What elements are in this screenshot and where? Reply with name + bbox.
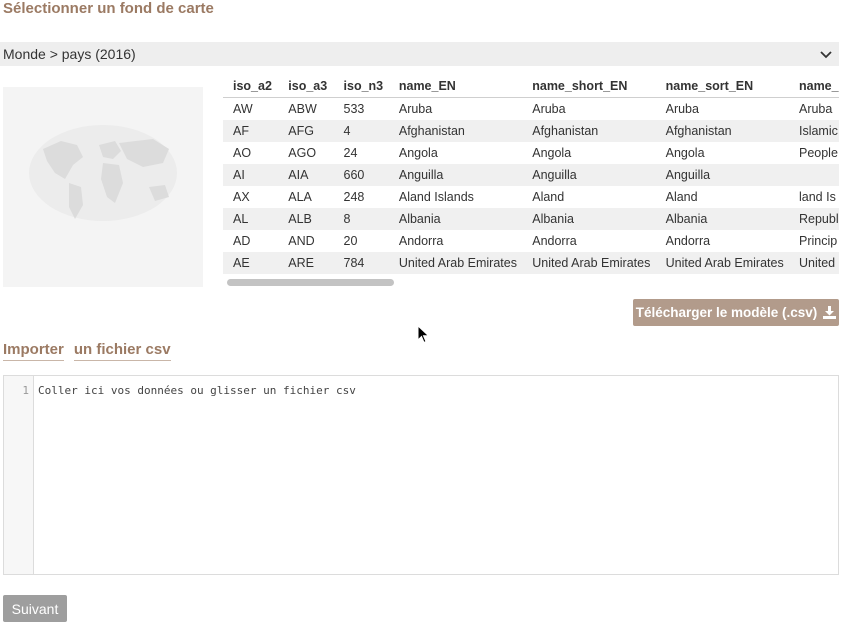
table-cell: United <box>788 252 839 274</box>
table-cell: Aruba <box>798 102 833 116</box>
table-row: AF AFG 4 Afghanistan Afghanistan Afghani… <box>223 120 839 142</box>
table-cell: AX <box>233 190 250 204</box>
column-header: name_ <box>788 74 839 98</box>
table-cell: AGO <box>288 146 317 160</box>
table-cell: AW <box>233 102 253 116</box>
table-cell: Aland <box>532 190 565 204</box>
csv-data-editor[interactable]: 1 Coller ici vos données ou glisser un f… <box>3 375 839 575</box>
editor-placeholder: Coller ici vos données ou glisser un fic… <box>38 384 356 397</box>
table-cell: Angola <box>665 146 705 160</box>
column-header: iso_a3 <box>278 74 334 98</box>
table-cell: Aruba <box>532 102 566 116</box>
table-cell: Anguilla <box>655 164 789 186</box>
download-icon <box>823 306 837 319</box>
table-cell: Aruba <box>665 102 699 116</box>
table-cell: AL <box>223 208 279 230</box>
table-row: AD AND 20 Andorra Andorra Andorra Princi… <box>223 230 839 252</box>
table-cell: land Is <box>798 190 836 204</box>
table-cell: Aland Islands <box>398 190 474 204</box>
table-cell: ABW <box>288 102 317 116</box>
download-template-button[interactable]: Télécharger le modèle (.csv) <box>633 299 839 326</box>
table-cell <box>788 164 839 186</box>
table-header-row: iso_a2 iso_a3 iso_n3 name_EN name_short_… <box>223 74 839 98</box>
table-cell: ALA <box>288 190 312 204</box>
table-cell: Anguilla <box>522 164 656 186</box>
chevron-down-icon <box>820 51 832 59</box>
tab-csv-file[interactable]: un fichier csv <box>73 341 171 361</box>
table-row: AO AGO 24 Angola Angola Angola People <box>223 142 839 164</box>
table-cell: Afghanistan <box>655 120 789 142</box>
table-cell: AD <box>233 234 251 248</box>
column-header: iso_a2 <box>223 74 279 98</box>
table-cell: AE <box>223 252 279 274</box>
table-cell: AND <box>288 234 315 248</box>
table-cell: 784 <box>333 252 389 274</box>
column-header: name_EN <box>388 74 523 98</box>
table-cell: Angola <box>398 146 438 160</box>
table-cell: Andorra <box>398 234 444 248</box>
table-cell: United Arab Emirates <box>655 252 789 274</box>
import-source-tabs: Importer un fichier csv <box>3 341 171 361</box>
table-cell: Albania <box>522 208 656 230</box>
table-cell: AIA <box>278 164 334 186</box>
table-cell: 24 <box>343 146 358 160</box>
column-header: name_sort_EN <box>655 74 789 98</box>
table-row: AE ARE 784 United Arab Emirates United A… <box>223 252 839 274</box>
table-cell: Aruba <box>398 102 433 116</box>
table-row: AL ALB 8 Albania Albania Albania Republ <box>223 208 839 230</box>
table-cell: 4 <box>333 120 389 142</box>
world-map-thumbnail <box>29 125 177 221</box>
table-cell: AFG <box>278 120 334 142</box>
line-number-gutter: 1 <box>4 376 34 574</box>
table-cell: Republ <box>788 208 839 230</box>
table-row: AI AIA 660 Anguilla Anguilla Anguilla <box>223 164 839 186</box>
basemap-select[interactable]: Monde > pays (2016) <box>0 42 839 66</box>
table-cell: AF <box>223 120 279 142</box>
table-cell: ARE <box>278 252 334 274</box>
next-button[interactable]: Suivant <box>3 595 67 622</box>
table-cell: Anguilla <box>388 164 523 186</box>
table-cell: People <box>798 146 838 160</box>
table-cell: 20 <box>343 234 358 248</box>
table-cell: AI <box>223 164 279 186</box>
table-cell: Angola <box>532 146 572 160</box>
table-cell: 533 <box>343 102 365 116</box>
table-cell: 8 <box>333 208 389 230</box>
table-cell: United Arab Emirates <box>388 252 523 274</box>
table-cell: Aland <box>665 190 698 204</box>
table-cell: Afghanistan <box>388 120 523 142</box>
mouse-cursor-icon <box>418 326 430 344</box>
table-cell: Albania <box>655 208 789 230</box>
basemap-data-table[interactable]: iso_a2 iso_a3 iso_n3 name_EN name_short_… <box>223 74 839 288</box>
table-cell: ALB <box>278 208 334 230</box>
table-horizontal-scrollbar[interactable] <box>224 277 839 288</box>
basemap-select-value: Monde > pays (2016) <box>3 46 136 62</box>
table-cell: 248 <box>343 190 365 204</box>
table-row: AW ABW 533 Aruba Aruba Aruba Aruba <box>223 98 839 121</box>
column-header: name_short_EN <box>522 74 656 98</box>
table-cell: United Arab Emirates <box>522 252 656 274</box>
table-cell: Islamic <box>788 120 839 142</box>
tab-import[interactable]: Importer <box>3 341 64 361</box>
table-cell: 660 <box>333 164 389 186</box>
table-cell: Princip <box>798 234 838 248</box>
table-cell: Andorra <box>665 234 711 248</box>
section-title: Sélectionner un fond de carte <box>3 0 214 17</box>
table-cell: Andorra <box>532 234 577 248</box>
table-row: AX ALA 248 Aland Islands Aland Aland lan… <box>223 186 839 208</box>
table-cell: Afghanistan <box>522 120 656 142</box>
table-cell: Albania <box>388 208 523 230</box>
column-header: iso_n3 <box>333 74 389 98</box>
table-cell: AO <box>233 146 252 160</box>
download-template-label: Télécharger le modèle (.csv) <box>635 305 818 320</box>
basemap-preview <box>3 87 203 287</box>
scrollbar-thumb[interactable] <box>227 279 394 286</box>
